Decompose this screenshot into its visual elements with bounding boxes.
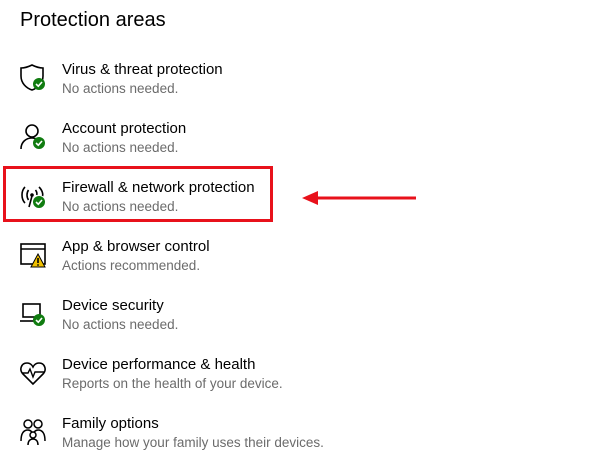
person-icon [18,122,48,152]
shield-icon [18,63,48,93]
area-firewall-network-protection[interactable]: Firewall & network protection No actions… [18,179,338,229]
area-account-protection[interactable]: Account protection No actions needed. [18,120,338,170]
family-icon [18,417,48,447]
area-family-options[interactable]: Family options Manage how your family us… [18,415,338,465]
area-virus-threat-protection[interactable]: Virus & threat protection No actions nee… [18,61,338,111]
area-status: Actions recommended. [62,258,201,273]
area-label: App & browser control [62,238,210,255]
laptop-icon [18,299,48,329]
area-label: Account protection [62,120,187,137]
area-status: Reports on the health of your device. [62,376,283,391]
area-label: Firewall & network protection [62,179,255,196]
area-status: No actions needed. [62,199,179,214]
area-device-performance-health[interactable]: Device performance & health Reports on t… [18,356,338,406]
page-title: Protection areas [20,9,166,31]
area-status: No actions needed. [62,317,179,332]
area-label: Device security [62,297,164,314]
area-app-browser-control[interactable]: App & browser control Actions recommende… [18,238,338,288]
browser-window-icon [18,240,48,270]
area-status: No actions needed. [62,140,179,155]
area-label: Family options [62,415,159,432]
heart-pulse-icon [18,358,48,388]
area-device-security[interactable]: Device security No actions needed. [18,297,338,347]
area-label: Device performance & health [62,356,256,373]
annotation-arrow-icon [300,186,418,210]
area-status: No actions needed. [62,81,179,96]
area-label: Virus & threat protection [62,61,223,78]
area-status: Manage how your family uses their device… [62,435,324,450]
antenna-icon [18,181,48,211]
